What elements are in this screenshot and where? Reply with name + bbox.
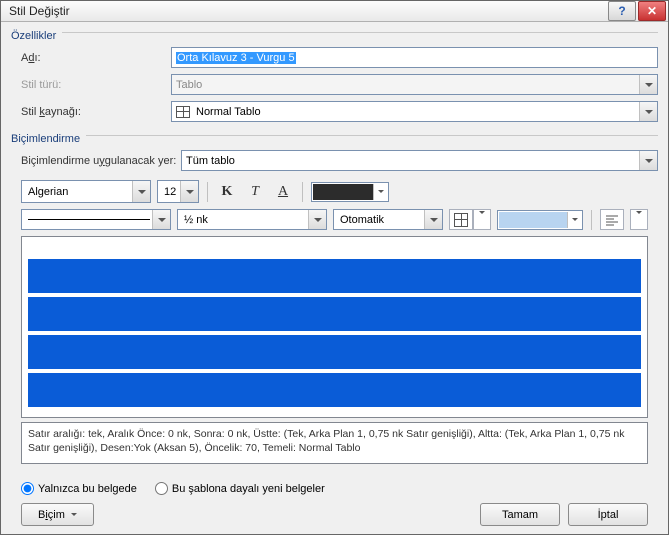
ok-button[interactable]: Tamam [480,503,560,526]
border-weight-select[interactable]: ½ nk [177,209,327,230]
format-button[interactable]: Biçim [21,503,94,526]
close-button[interactable]: ✕ [638,1,666,21]
bold-button[interactable]: K [216,181,238,203]
fill-swatch [499,212,567,228]
cancel-button[interactable]: İptal [568,503,648,526]
alignment-button[interactable] [600,209,624,230]
font-toolbar: Algerian 12 K T A [21,180,658,203]
font-name-select[interactable]: Algerian [21,180,151,203]
style-name-input[interactable]: Orta Kılavuz 3 - Vurgu 5 [171,47,658,68]
dialog-title: Stil Değiştir [9,4,608,18]
underline-button[interactable]: A [272,181,294,203]
table-preview-box [21,236,648,418]
titlebar: Stil Değiştir ? ✕ [1,1,668,22]
borders-dropdown[interactable] [473,209,491,230]
table-preview [28,257,641,409]
font-color-swatch [313,184,373,200]
fill-color-picker[interactable] [497,210,583,230]
style-type-select: Tablo [171,74,658,95]
scope-template-radio[interactable]: Bu şablona dayalı yeni belgeler [155,482,325,495]
chevron-down-icon [71,513,77,516]
properties-group-label: Özellikler [11,30,56,42]
borders-button[interactable] [449,209,473,230]
style-based-select[interactable]: Normal Tablo [171,101,658,122]
font-size-select[interactable]: 12 [157,180,199,203]
style-type-label: Stil türü: [11,79,171,91]
border-color-select[interactable]: Otomatik [333,209,443,230]
apply-to-label: Biçimlendirme uygulanacak yer: [11,155,181,167]
name-label: Adı: [11,52,171,64]
modify-style-dialog: Stil Değiştir ? ✕ Özellikler Adı: Orta K… [0,0,669,535]
italic-button[interactable]: T [244,181,266,203]
font-color-picker[interactable] [311,182,389,202]
style-description: Satır aralığı: tek, Aralık Önce: 0 nk, S… [21,422,648,464]
border-toolbar: ½ nk Otomatik [21,209,658,230]
table-icon [176,105,190,119]
apply-to-select[interactable]: Tüm tablo [181,150,658,171]
border-style-select[interactable] [21,209,171,230]
style-based-label: Stil kaynağı: [11,106,171,118]
alignment-dropdown[interactable] [630,209,648,230]
scope-document-radio[interactable]: Yalnızca bu belgede [21,482,137,495]
formatting-group-label: Biçimlendirme [11,133,80,145]
help-button[interactable]: ? [608,1,636,21]
